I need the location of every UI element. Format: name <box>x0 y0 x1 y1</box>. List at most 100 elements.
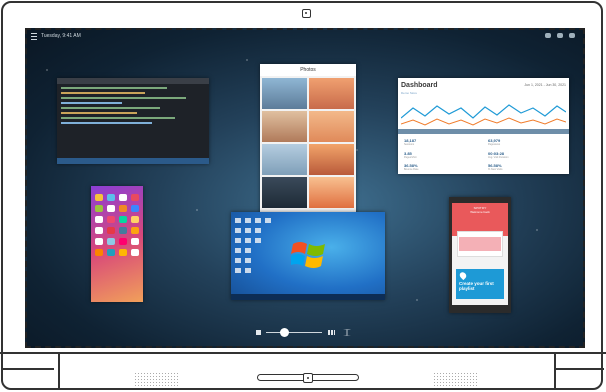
app-icon[interactable] <box>95 205 103 212</box>
app-icon[interactable] <box>95 194 103 201</box>
cloud-icon[interactable] <box>545 33 551 38</box>
date-range[interactable]: Jun 1, 2021 - Jun 30, 2021 <box>524 83 566 87</box>
code-line <box>61 112 137 114</box>
app-icon[interactable] <box>107 238 115 245</box>
app-icon-grid <box>91 186 143 264</box>
topbar-title: Tuesday, 9:41 AM <box>41 33 81 39</box>
bezel-divider <box>554 352 556 390</box>
zoom-slider-knob[interactable] <box>280 328 289 337</box>
app-icon[interactable] <box>107 205 115 212</box>
stat-sessions: 18,187 Sessions <box>404 138 417 146</box>
photo-thumbnail[interactable] <box>309 111 354 142</box>
photo-thumbnail[interactable] <box>309 177 354 208</box>
app-icon[interactable] <box>131 227 139 234</box>
app-icon[interactable] <box>131 205 139 212</box>
photo-grid <box>260 76 356 210</box>
photo-thumbnail[interactable] <box>262 177 307 208</box>
phone-screen: SPOTIFY Welcome back Create your first p… <box>452 203 508 305</box>
windows-taskbar[interactable] <box>231 294 385 300</box>
desktop-icon[interactable] <box>245 218 251 223</box>
code-line <box>61 117 175 119</box>
code-line <box>61 122 153 124</box>
app-icon[interactable] <box>131 238 139 245</box>
app-icon[interactable] <box>95 238 103 245</box>
android-homescreen-window[interactable] <box>91 186 143 302</box>
speaker-grille <box>433 372 479 388</box>
desktop-icon[interactable] <box>235 258 241 263</box>
app-icon[interactable] <box>119 227 127 234</box>
app-icon[interactable] <box>95 249 103 256</box>
taskbar <box>57 158 209 164</box>
screen: Tuesday, 9:41 AM Photos Dashboard Demo S… <box>25 28 585 348</box>
code-line <box>61 97 186 99</box>
app-icon[interactable] <box>107 216 115 223</box>
location-pin-icon <box>458 270 468 281</box>
app-icon[interactable] <box>119 238 127 245</box>
app-icon[interactable] <box>107 194 115 201</box>
window-titlebar <box>57 78 209 84</box>
zoom-slider-track[interactable] <box>266 332 322 333</box>
desktop-icon[interactable] <box>255 218 261 223</box>
windows-desktop-window[interactable] <box>231 212 385 300</box>
bezel-divider <box>0 352 606 354</box>
app-icon[interactable] <box>119 249 127 256</box>
photos-window[interactable]: Photos <box>260 64 356 220</box>
bezel-divider <box>58 352 60 390</box>
photo-thumbnail[interactable] <box>262 111 307 142</box>
code-editor-window[interactable] <box>57 78 209 164</box>
stat-avg-duration: 00:03:28 Avg. Visit Duration <box>488 151 509 159</box>
system-tray <box>545 33 575 38</box>
power-icon[interactable] <box>569 33 575 38</box>
windows-icon[interactable] <box>343 329 351 336</box>
code-line <box>61 92 145 94</box>
app-icon[interactable] <box>119 205 127 212</box>
app-icon[interactable] <box>107 227 115 234</box>
app-icon[interactable] <box>131 194 139 201</box>
phone-app-window[interactable]: SPOTIFY Welcome back Create your first p… <box>449 197 511 313</box>
dashboard-line-chart <box>401 104 566 126</box>
desktop-icon[interactable] <box>245 268 251 273</box>
app-tagline: Welcome back <box>470 210 490 214</box>
app-icon[interactable] <box>95 216 103 223</box>
desktop-icon[interactable] <box>255 238 261 243</box>
bezel-divider <box>2 368 54 370</box>
menu-icon[interactable] <box>31 32 37 40</box>
desktop-icon[interactable] <box>235 218 241 223</box>
hardware-slider-knob[interactable] <box>303 373 313 383</box>
grid-view-icon[interactable] <box>328 330 335 335</box>
stat-pageviews: 63,979 Pageviews <box>488 138 501 146</box>
stat-pages-visit: 3.85 Pages/Visit <box>404 151 417 159</box>
photo-thumbnail[interactable] <box>309 144 354 175</box>
desktop-icon[interactable] <box>245 238 251 243</box>
dashboard-subtitle: Demo Store <box>401 91 418 95</box>
dashboard-title: Dashboard <box>401 82 438 89</box>
code-line <box>61 107 160 109</box>
stat-bounce-rate: 36.58% Bounce Rate <box>404 163 419 171</box>
create-playlist-card[interactable]: Create your first playlist <box>456 269 504 299</box>
app-icon[interactable] <box>95 227 103 234</box>
app-icon[interactable] <box>119 216 127 223</box>
volume-icon[interactable] <box>557 33 563 38</box>
desktop-icon[interactable] <box>235 248 241 253</box>
desktop-icon[interactable] <box>255 228 261 233</box>
app-icon[interactable] <box>107 249 115 256</box>
photo-thumbnail[interactable] <box>262 78 307 109</box>
speaker-grille <box>134 372 180 388</box>
desktop-icon[interactable] <box>245 248 251 253</box>
dashboard-section-header <box>398 129 569 134</box>
single-view-icon[interactable] <box>256 330 261 335</box>
desktop-icon[interactable] <box>245 228 251 233</box>
desktop-icon[interactable] <box>235 228 241 233</box>
desktop-icon[interactable] <box>265 218 271 223</box>
desktop-icon[interactable] <box>245 258 251 263</box>
app-card-image <box>459 237 501 251</box>
photo-thumbnail[interactable] <box>309 78 354 109</box>
app-icon[interactable] <box>131 249 139 256</box>
app-icon[interactable] <box>131 216 139 223</box>
app-icon[interactable] <box>119 194 127 201</box>
photo-thumbnail[interactable] <box>262 144 307 175</box>
desktop-icon[interactable] <box>235 268 241 273</box>
dashboard-window[interactable]: Dashboard Demo Store Jun 1, 2021 - Jun 3… <box>398 78 569 174</box>
desktop-icon[interactable] <box>235 238 241 243</box>
code-line <box>61 102 122 104</box>
